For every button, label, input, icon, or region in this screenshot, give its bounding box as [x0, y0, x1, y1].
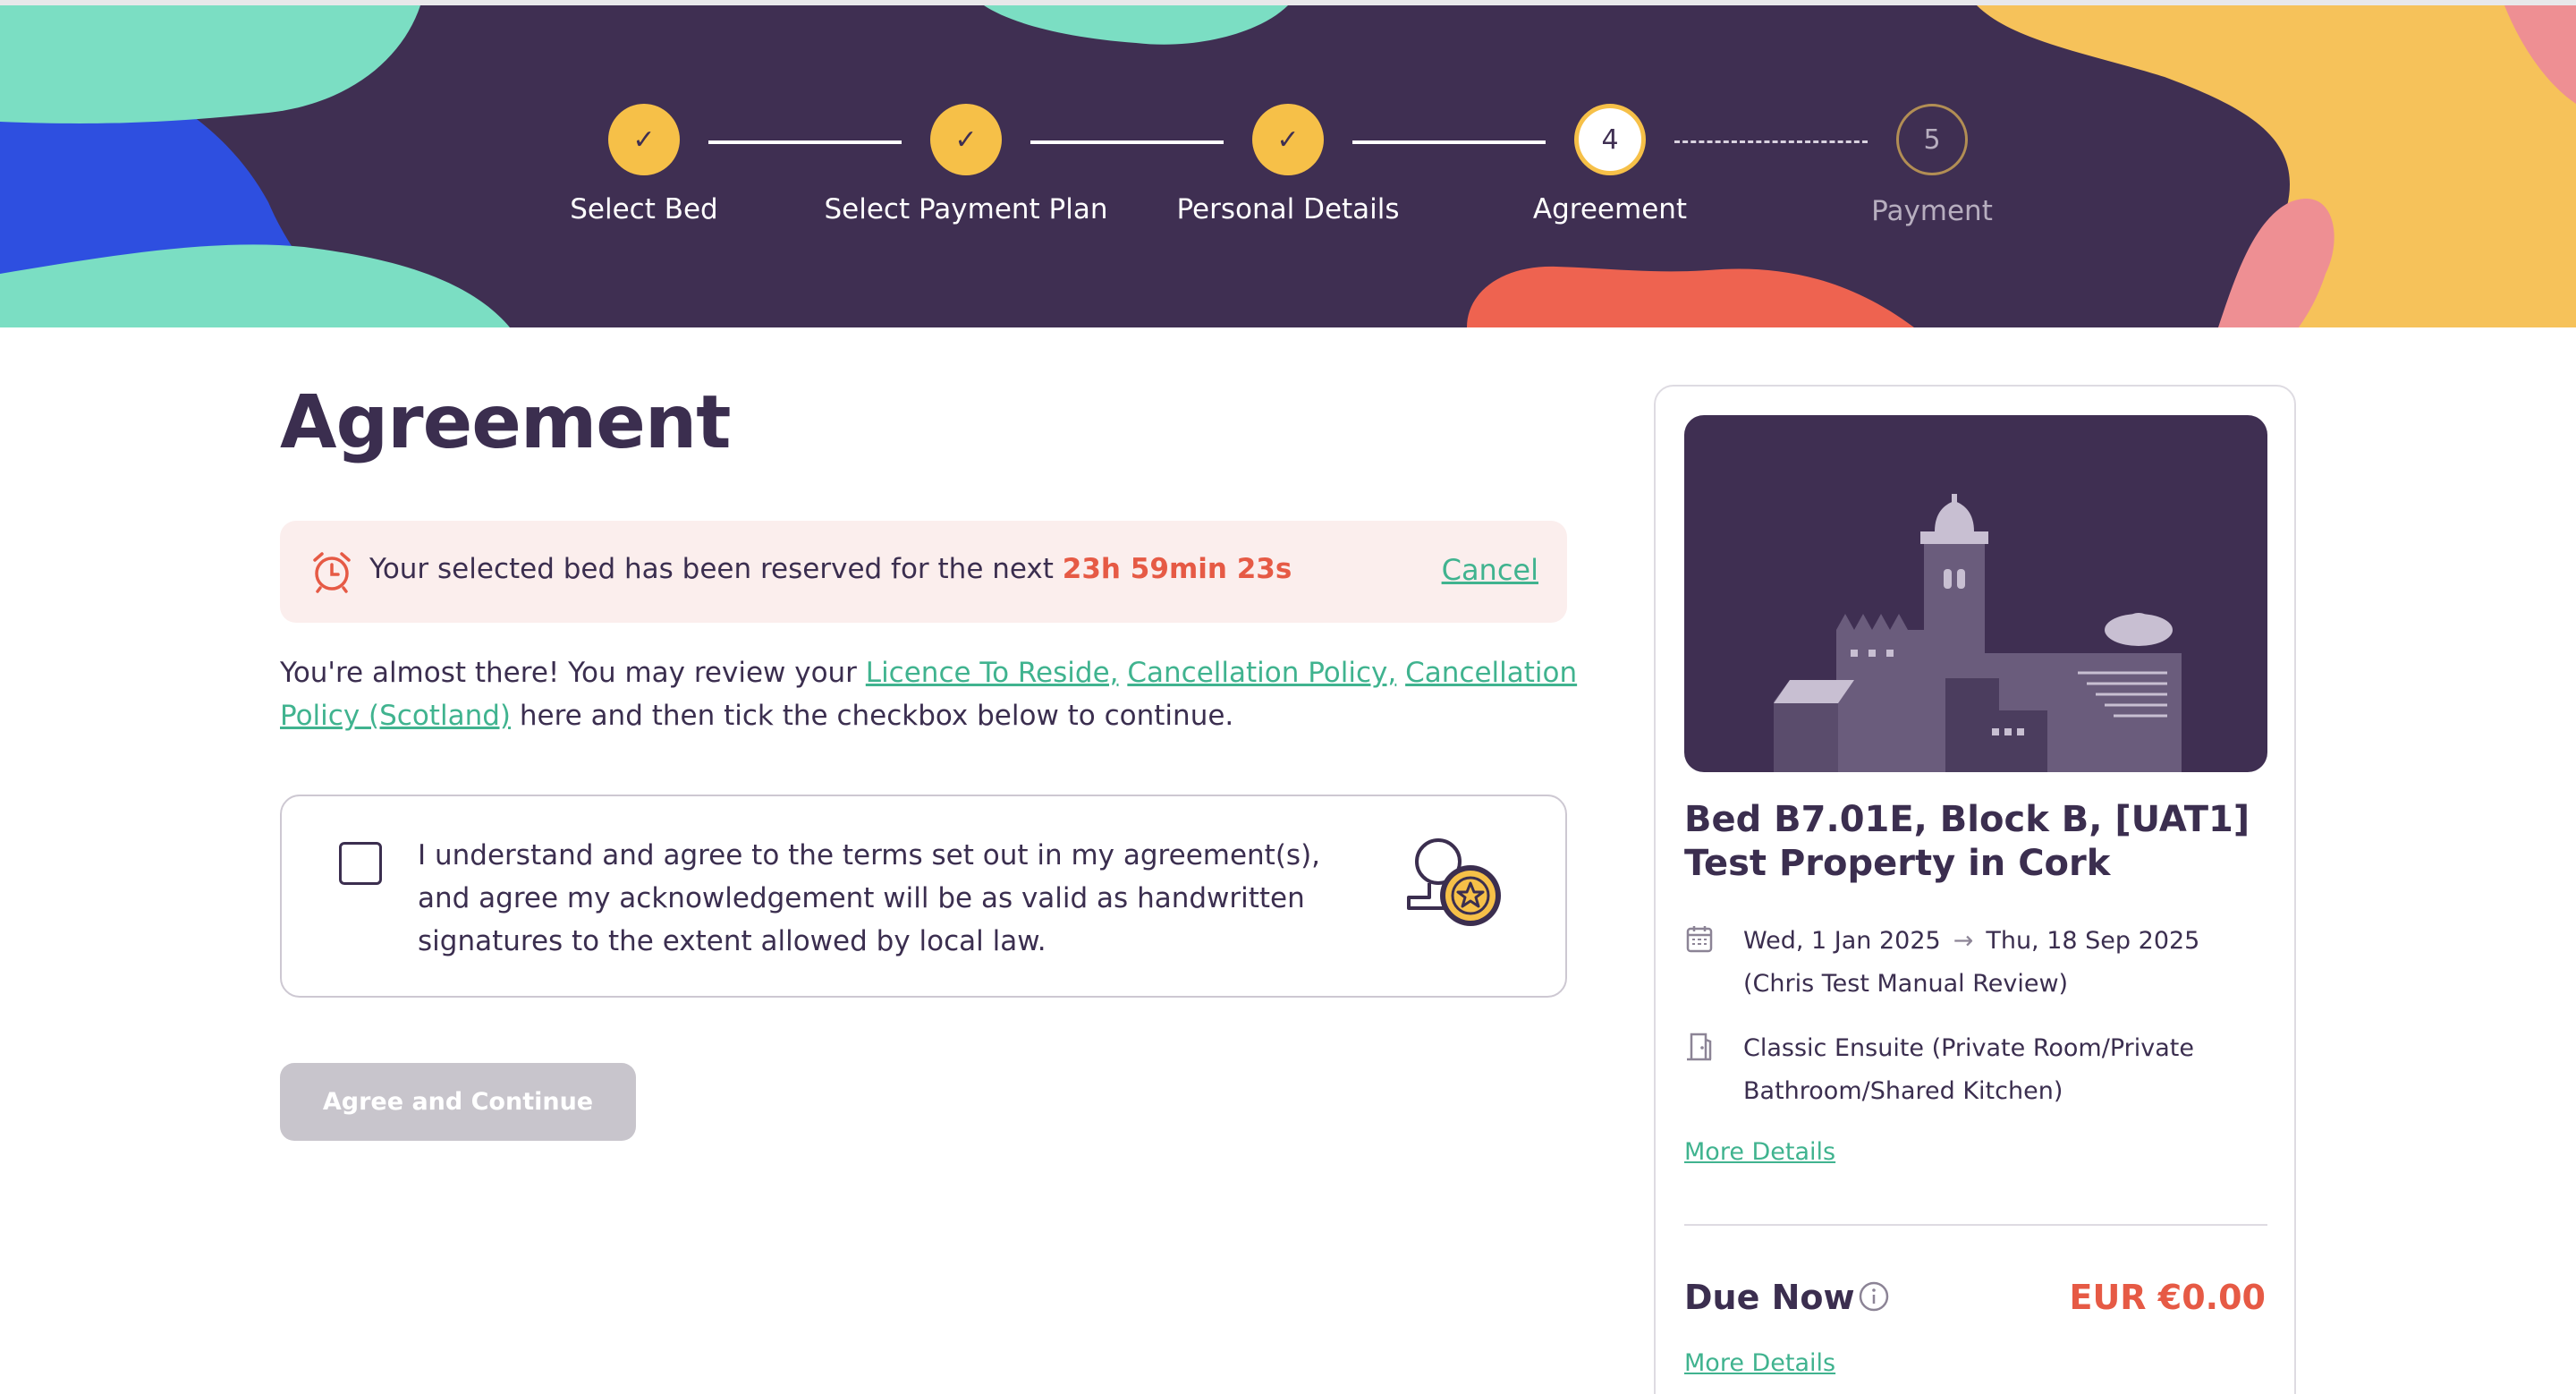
reservation-text: Your selected bed has been reserved for …	[369, 553, 1292, 585]
start-date: Wed, 1 Jan 2025	[1743, 927, 1941, 955]
step-number: 4	[1574, 104, 1646, 175]
property-illustration	[1684, 415, 2267, 772]
step-label: Select Bed	[570, 193, 718, 225]
step-label: Agreement	[1532, 193, 1688, 225]
step-payment: 5 Payment	[1789, 104, 2075, 227]
reservation-message: Your selected bed has been reserved for …	[369, 553, 1063, 585]
more-details-link[interactable]: More Details	[1684, 1138, 1835, 1166]
check-icon: ✓	[608, 104, 680, 175]
intro-text-after: here and then tick the checkbox below to…	[511, 700, 1234, 732]
intro-text: You're almost there! You may review your	[280, 657, 866, 689]
end-date: Thu, 18 Sep 2025	[1986, 927, 2200, 955]
due-more-details-link[interactable]: More Details	[1684, 1349, 1835, 1377]
due-now-amount: EUR €0.00	[2069, 1278, 2266, 1317]
consent-checkbox[interactable]	[339, 842, 382, 885]
building-illustration	[1774, 494, 2182, 772]
reservation-timer: 23h 59min 23s	[1062, 553, 1292, 585]
step-label: Select Payment Plan	[824, 193, 1108, 225]
agree-and-continue-button[interactable]: Agree and Continue	[280, 1063, 636, 1141]
consent-text: I understand and agree to the terms set …	[418, 839, 1321, 957]
step-personal-details[interactable]: ✓ Personal Details	[1145, 104, 1431, 225]
consent-box: I understand and agree to the terms set …	[280, 795, 1567, 998]
cancel-reservation-link[interactable]: Cancel	[1442, 553, 1538, 587]
room-type-line-1: Classic Ensuite (Private Room/Private	[1743, 1034, 2194, 1062]
check-icon: ✓	[930, 104, 1002, 175]
arrow-right-icon: →	[1953, 927, 1974, 955]
date-range: Wed, 1 Jan 2025 → Thu, 18 Sep 2025	[1743, 920, 2199, 963]
step-label: Payment	[1871, 195, 1993, 227]
door-icon	[1687, 1033, 1712, 1061]
step-select-payment-plan[interactable]: ✓ Select Payment Plan	[823, 104, 1109, 225]
step-label: Personal Details	[1176, 193, 1400, 225]
check-icon: ✓	[1252, 104, 1324, 175]
page-title: Agreement	[280, 380, 731, 465]
due-now-label: Due Now	[1684, 1278, 1855, 1317]
signature-stamp-icon	[1407, 838, 1501, 926]
calendar-icon	[1686, 926, 1713, 953]
divider	[1684, 1224, 2267, 1226]
progress-stepper: ✓ Select Bed ✓ Select Payment Plan ✓ Per…	[0, 5, 2576, 327]
booking-note: (Chris Test Manual Review)	[1743, 970, 2069, 998]
header-banner: ✓ Select Bed ✓ Select Payment Plan ✓ Per…	[0, 5, 2576, 327]
cancellation-policy-link[interactable]: Cancellation Policy,	[1127, 657, 1396, 689]
booking-summary-card: Bed B7.01E, Block B, [UAT1] Test Propert…	[1654, 385, 2296, 1394]
info-icon[interactable]	[1858, 1280, 1890, 1313]
reservation-alert: Your selected bed has been reserved for …	[280, 521, 1567, 623]
step-agreement: 4 Agreement	[1467, 104, 1753, 225]
step-number: 5	[1896, 104, 1968, 175]
licence-to-reside-link[interactable]: Licence To Reside,	[866, 657, 1119, 689]
agreement-intro: You're almost there! You may review your…	[280, 651, 1586, 737]
step-select-bed[interactable]: ✓ Select Bed	[501, 104, 787, 225]
alarm-clock-icon	[313, 552, 351, 593]
room-type-line-2: Bathroom/Shared Kitchen)	[1743, 1077, 2063, 1105]
property-name: Bed B7.01E, Block B, [UAT1] Test Propert…	[1684, 799, 2250, 884]
